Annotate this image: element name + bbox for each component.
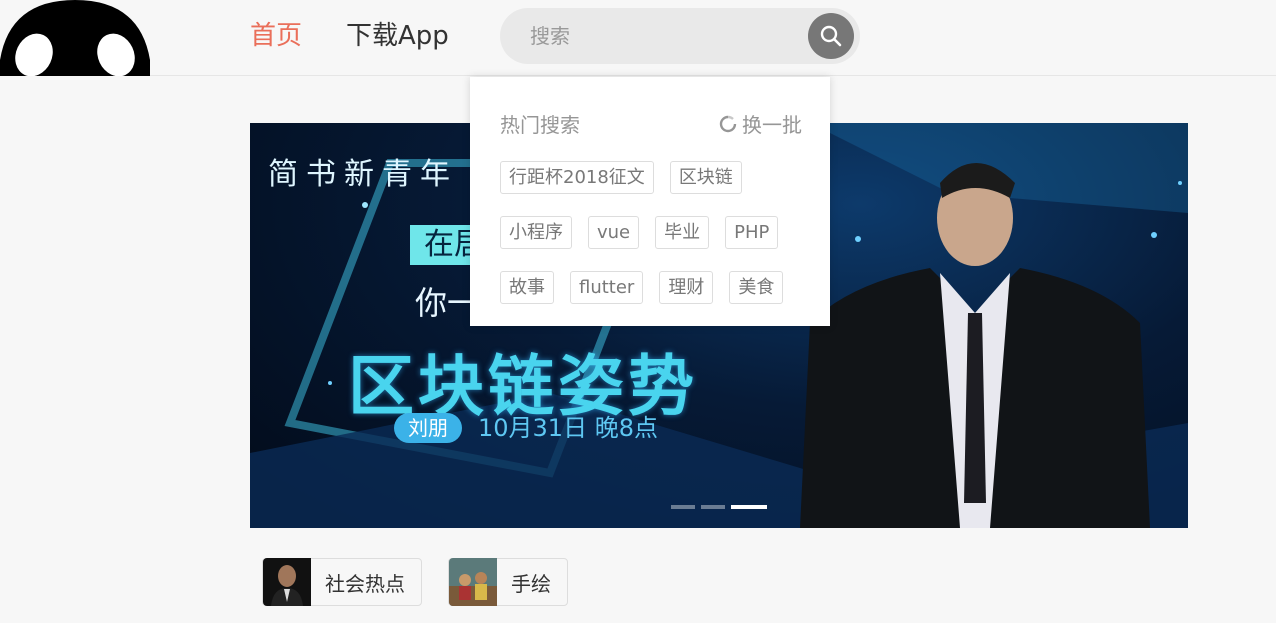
hot-search-tags: 行距杯2018征文 区块链 小程序 vue 毕业 PHP 故事 flutter … — [500, 161, 810, 326]
refresh-label: 换一批 — [742, 113, 802, 137]
banner-event-time: 10月31日 晚8点 — [478, 414, 658, 442]
refresh-button[interactable]: 换一批 — [718, 109, 802, 138]
search-tag[interactable]: 区块链 — [669, 161, 742, 194]
tag-row: 小程序 vue 毕业 PHP — [500, 216, 810, 249]
search-input[interactable] — [500, 8, 800, 64]
nav-home-link[interactable]: 首页 — [250, 19, 302, 53]
carousel-dot[interactable] — [671, 505, 695, 509]
search-button[interactable] — [808, 13, 854, 59]
search-tag[interactable]: 行距杯2018征文 — [500, 161, 654, 194]
logo[interactable] — [0, 0, 150, 76]
topic-social-hotspot[interactable]: 社会热点 — [262, 558, 422, 606]
banner-brand-title: 简书新青年 — [268, 157, 458, 192]
search-icon — [820, 25, 842, 47]
nav-download-app-link[interactable]: 下载App — [346, 19, 449, 53]
topic-label: 社会热点 — [325, 571, 405, 596]
search-tag[interactable]: 毕业 — [655, 216, 710, 249]
top-navbar: 首页 下载App — [0, 0, 1276, 76]
refresh-icon — [719, 115, 737, 132]
page: 首页 下载App 搜索 简书新青年 在居 你一 区块链姿势 刘朋 10月31日 … — [0, 0, 1276, 623]
carousel-indicators — [671, 505, 767, 509]
search-tag[interactable]: 故事 — [500, 271, 554, 304]
search-bar — [500, 8, 860, 64]
search-tag[interactable]: flutter — [570, 271, 644, 304]
recommended-topics: 社会热点 手绘 — [262, 558, 568, 606]
hot-search-title: 热门搜索 — [500, 113, 580, 137]
banner-speaker-badge: 刘朋 — [394, 413, 462, 443]
tag-row: 行距杯2018征文 区块链 — [500, 161, 810, 194]
topic-thumbnail — [449, 558, 497, 606]
carousel-dot-active[interactable] — [731, 505, 767, 509]
topic-hand-drawing[interactable]: 手绘 — [448, 558, 568, 606]
topic-label: 手绘 — [511, 571, 551, 596]
search-tag[interactable]: 理财 — [659, 271, 714, 304]
search-tag[interactable]: PHP — [725, 216, 779, 249]
tag-row: 故事 flutter 理财 美食 — [500, 271, 810, 304]
hot-search-dropdown: 热门搜索 换一批 行距杯2018征文 区块链 小程序 vue 毕业 PHP 故事… — [470, 77, 830, 326]
search-tag[interactable]: 美食 — [729, 271, 784, 304]
topic-thumbnail — [263, 558, 311, 606]
search-tag[interactable]: 小程序 — [500, 216, 572, 249]
search-tag[interactable]: vue — [588, 216, 640, 249]
carousel-dot[interactable] — [701, 505, 725, 509]
